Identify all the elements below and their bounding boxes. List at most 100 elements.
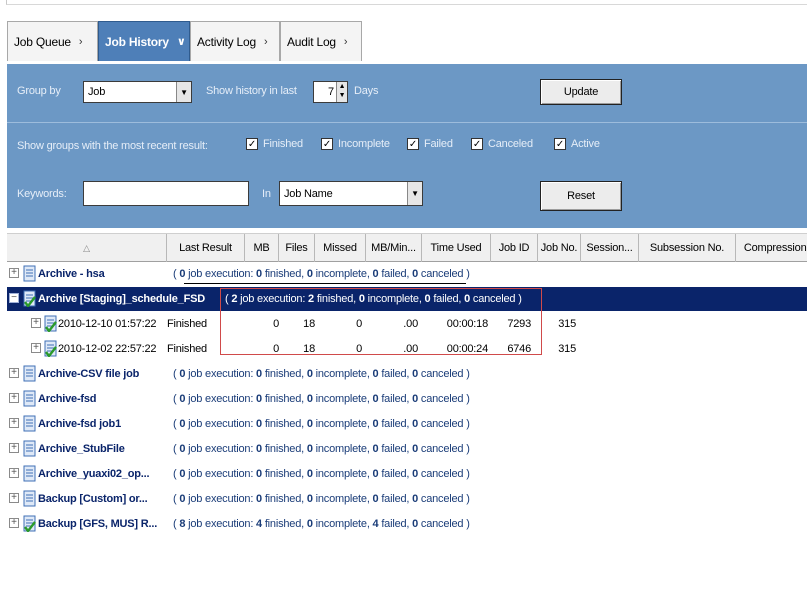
job-group-name: Archive_yuaxi02_op...	[38, 468, 150, 480]
job-group-name: Backup [GFS, MUS] R...	[38, 518, 158, 530]
job-summary: ( 0 job execution: 0 finished, 0 incompl…	[173, 437, 470, 461]
reset-button[interactable]: Reset	[540, 181, 622, 211]
days-label: Days	[354, 85, 379, 97]
summary-text: finished,	[261, 493, 307, 505]
summary-text: job execution:	[185, 443, 257, 455]
job-success-icon	[23, 515, 36, 533]
summary-text: incomplete,	[364, 293, 425, 305]
job-group-row[interactable]: − Archive [Staging]_schedule_FSD ( 2 job e…	[7, 287, 807, 311]
checkmark-icon: ✓	[407, 138, 419, 150]
panel-divider	[7, 122, 807, 123]
top-divider	[6, 0, 807, 5]
job-group-row[interactable]: + Archive-fsd job1 ( 0 job execution: 0 fi…	[7, 412, 807, 436]
expand-icon[interactable]: +	[9, 418, 19, 428]
summary-text: failed,	[378, 268, 413, 280]
column-header-subsession-no[interactable]: Subsession No.	[639, 234, 736, 262]
keywords-input[interactable]	[83, 181, 249, 206]
summary-text: job execution:	[185, 493, 257, 505]
column-header-compression[interactable]: Compression R	[736, 234, 807, 262]
job-group-row[interactable]: + Archive-CSV file job ( 0 job execution: …	[7, 362, 807, 386]
column-header-session[interactable]: Session...	[581, 234, 639, 262]
job-run-row[interactable]: +2010-12-02 22:57:22 Finished 0 18 0 .00 00:00…	[7, 337, 807, 361]
summary-text: failed,	[378, 468, 413, 480]
summary-text: finished,	[261, 443, 307, 455]
summary-text: finished,	[261, 268, 307, 280]
chevron-down-icon[interactable]: ▼	[407, 182, 422, 205]
mb-value: 0	[273, 318, 279, 330]
summary-text: finished,	[313, 293, 359, 305]
finished-checkbox[interactable]: ✓ Finished	[246, 138, 303, 150]
summary-text: failed,	[378, 418, 413, 430]
incomplete-checkbox[interactable]: ✓ Incomplete	[321, 138, 390, 150]
group-by-value: Job	[88, 86, 106, 98]
expand-icon[interactable]: +	[9, 393, 19, 403]
column-header-mb[interactable]: MB	[245, 234, 279, 262]
summary-text: job execution:	[185, 468, 257, 480]
last-result: Finished	[167, 343, 207, 355]
chevron-down-icon: ∨	[176, 36, 186, 48]
tab-activity-log[interactable]: Activity Log ›	[190, 21, 280, 61]
tab-job-history[interactable]: Job History ∨	[98, 21, 190, 61]
summary-text: job execution:	[185, 393, 257, 405]
expand-icon[interactable]: +	[9, 493, 19, 503]
tab-label: Job Queue	[14, 34, 71, 49]
job-group-row[interactable]: + Archive_StubFile ( 0 job execution: 0 fi…	[7, 437, 807, 461]
job-summary: ( 0 job execution: 0 finished, 0 incompl…	[173, 362, 470, 386]
update-button[interactable]: Update	[540, 79, 622, 105]
expand-icon[interactable]: +	[31, 343, 41, 353]
job-run-row[interactable]: +2010-12-10 01:57:22 Finished 0 18 0 .00 00:00…	[7, 312, 807, 336]
checkbox-label: Finished	[263, 138, 303, 150]
summary-text: incomplete,	[312, 443, 373, 455]
search-field-select[interactable]: Job Name ▼	[279, 181, 423, 206]
days-stepper[interactable]: 7 ▲ ▼	[313, 81, 348, 103]
grid-header: △ Last Result MB Files Missed MB/Min... …	[7, 233, 807, 262]
keywords-label: Keywords:	[17, 188, 67, 200]
expand-icon[interactable]: +	[9, 268, 19, 278]
failed-checkbox[interactable]: ✓ Failed	[407, 138, 453, 150]
job-group-row[interactable]: + Archive_yuaxi02_op... ( 0 job execution:…	[7, 462, 807, 486]
expand-icon[interactable]: +	[9, 368, 19, 378]
summary-text: incomplete,	[312, 268, 373, 280]
canceled-checkbox[interactable]: ✓ Canceled	[471, 138, 533, 150]
time-used-value: 00:00:24	[446, 343, 488, 355]
job-icon	[23, 415, 36, 432]
job-id-value: 6746	[507, 343, 531, 355]
column-header-job-id[interactable]: Job ID	[491, 234, 538, 262]
group-by-label: Group by	[17, 85, 61, 97]
group-by-select[interactable]: Job ▼	[83, 81, 192, 103]
summary-text: finished,	[261, 418, 307, 430]
tab-label: Audit Log	[287, 34, 336, 49]
column-header-last-result[interactable]: Last Result	[167, 234, 245, 262]
expand-icon[interactable]: +	[31, 318, 41, 328]
filter-panel: Group by Job ▼ Show history in last 7 ▲ ▼…	[7, 64, 807, 228]
summary-text: failed,	[378, 518, 413, 530]
column-header-missed[interactable]: Missed	[315, 234, 366, 262]
run-timestamp: 2010-12-10 01:57:22	[58, 318, 157, 330]
summary-text: failed,	[378, 368, 413, 380]
tab-audit-log[interactable]: Audit Log ›	[280, 21, 362, 61]
job-group-row[interactable]: + Backup [Custom] or... ( 0 job execution:…	[7, 487, 807, 511]
column-header-job-no[interactable]: Job No.	[538, 234, 581, 262]
expand-icon[interactable]: +	[9, 468, 19, 478]
expand-icon[interactable]: +	[9, 443, 19, 453]
in-label: In	[262, 188, 271, 200]
collapse-icon[interactable]: −	[9, 293, 19, 303]
tab-bar: Job Queue › Job History ∨ Activity Log ›…	[0, 0, 807, 64]
job-group-row[interactable]: + Archive-fsd ( 0 job execution: 0 finishe…	[7, 387, 807, 411]
tab-job-queue[interactable]: Job Queue ›	[7, 21, 98, 61]
chevron-right-icon: ›	[263, 35, 268, 48]
column-header-files[interactable]: Files	[279, 234, 315, 262]
column-header-mb-min[interactable]: MB/Min...	[366, 234, 422, 262]
checkbox-label: Incomplete	[338, 138, 390, 150]
search-field-value: Job Name	[284, 187, 333, 200]
column-header-sort[interactable]: △	[7, 234, 167, 262]
active-checkbox[interactable]: ✓ Active	[554, 138, 600, 150]
job-group-row[interactable]: + Backup [GFS, MUS] R... ( 8 job execution…	[7, 512, 807, 536]
sort-up-icon: △	[83, 242, 90, 253]
job-summary: ( 0 job execution: 0 finished, 0 incompl…	[173, 462, 470, 486]
chevron-down-icon[interactable]: ▼	[176, 82, 191, 102]
column-header-time-used[interactable]: Time Used	[422, 234, 491, 262]
summary-text: incomplete,	[312, 418, 373, 430]
spin-arrows-icon[interactable]: ▲ ▼	[336, 82, 347, 102]
expand-icon[interactable]: +	[9, 518, 19, 528]
